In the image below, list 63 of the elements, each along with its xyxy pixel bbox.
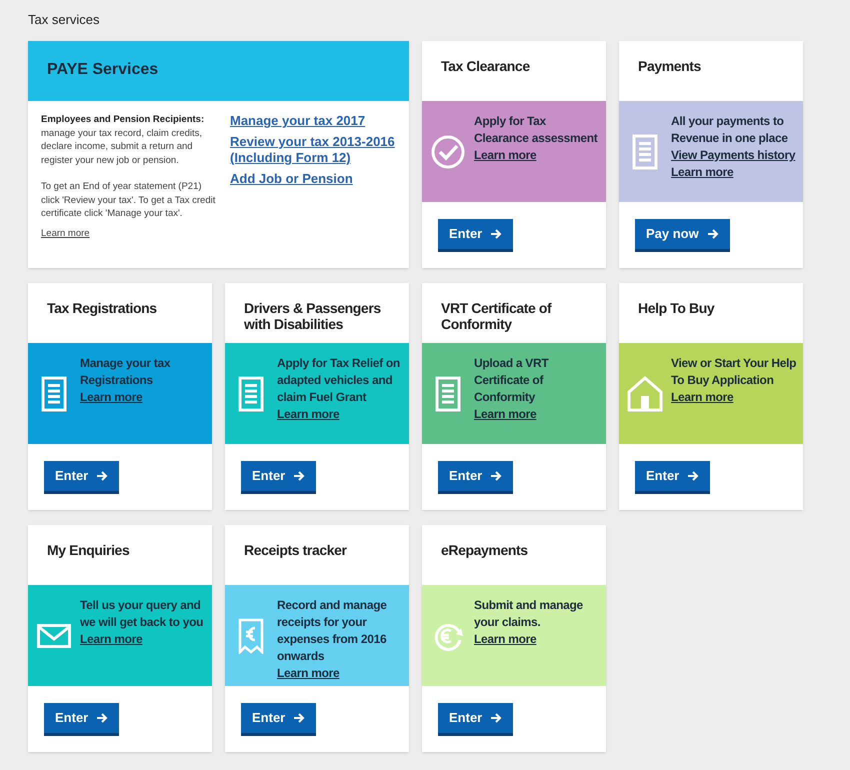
note-text: To get an End of year statement (P21) click 'Review your tax'. To get a Tax credit certificate click 'Manage your tax'. bbox=[41, 180, 216, 220]
card-title: My Enquiries bbox=[47, 542, 130, 558]
enter-button[interactable]: Enter bbox=[438, 703, 514, 736]
learn-more-link[interactable]: Learn more bbox=[277, 406, 405, 423]
receipt-icon bbox=[238, 618, 264, 654]
enter-button[interactable]: Enter bbox=[44, 703, 120, 736]
arrow-icon bbox=[490, 470, 502, 482]
enter-button[interactable]: Enter bbox=[438, 219, 514, 252]
service-link[interactable]: Manage your tax 2017 bbox=[230, 113, 409, 129]
document-icon bbox=[238, 376, 264, 412]
intro-heading: Employees and Pension Recipients: bbox=[41, 113, 206, 126]
learn-more-link[interactable]: Learn more bbox=[80, 389, 208, 406]
learn-more-link[interactable]: Learn more bbox=[474, 631, 602, 648]
card-title: Help To Buy bbox=[638, 300, 716, 316]
enter-button[interactable]: Enter bbox=[635, 461, 710, 494]
card-title: PAYE Services bbox=[47, 60, 160, 80]
arrow-icon bbox=[687, 470, 700, 482]
learn-more-link[interactable]: Learn more bbox=[474, 147, 602, 164]
learn-more-link[interactable]: Learn more bbox=[80, 631, 208, 648]
enter-button[interactable]: Enter bbox=[438, 461, 514, 494]
document-icon bbox=[435, 376, 461, 412]
card-title: Tax Clearance bbox=[441, 58, 531, 74]
card-title: Receipts tracker bbox=[244, 542, 348, 558]
house-icon bbox=[627, 376, 663, 412]
check-circle-icon bbox=[431, 134, 465, 168]
learn-more-link[interactable]: Learn more bbox=[41, 226, 90, 240]
card-title: Drivers & Passengers with Disabilities bbox=[244, 300, 382, 332]
description-text: Manage your tax Registrations bbox=[80, 355, 172, 389]
arrow-icon bbox=[96, 712, 108, 724]
enter-button[interactable]: Pay now bbox=[635, 219, 730, 252]
arrow-icon bbox=[96, 470, 108, 482]
card-title: Payments bbox=[638, 58, 702, 74]
enter-button[interactable]: Enter bbox=[44, 461, 120, 494]
description-text: Apply for Tax Clearance assessment bbox=[474, 113, 599, 147]
description-text: Record and manage receipts for your expenses from 2016 onwards bbox=[277, 597, 388, 665]
learn-more-link[interactable]: View Payments history bbox=[671, 147, 799, 164]
card-title: Tax Registrations bbox=[47, 300, 158, 316]
description-text: All your payments to Revenue in one place bbox=[671, 113, 789, 147]
learn-more-link[interactable]: Learn more bbox=[277, 665, 405, 682]
description-text: View or Start Your Help To Buy Application bbox=[671, 355, 798, 389]
arrow-icon bbox=[706, 228, 719, 240]
document-icon bbox=[41, 376, 67, 412]
intro-text: manage your tax record, claim credits, declare income, submit a return and register your new job or pension. bbox=[41, 126, 204, 167]
envelope-icon bbox=[37, 624, 71, 648]
description-text: Submit and manage your claims. bbox=[474, 597, 584, 631]
enter-button[interactable]: Enter bbox=[241, 461, 316, 494]
learn-more-link[interactable]: Learn more bbox=[671, 389, 799, 406]
arrow-icon bbox=[490, 712, 502, 724]
description-text: Upload a VRT Certificate of Conformity bbox=[474, 355, 550, 406]
arrow-icon bbox=[293, 712, 306, 724]
page-title: Tax services bbox=[28, 11, 101, 29]
arrow-icon bbox=[490, 228, 502, 240]
document-icon bbox=[632, 134, 658, 170]
service-link[interactable]: Add Job or Pension bbox=[230, 171, 409, 187]
learn-more-link[interactable]: Learn more bbox=[671, 164, 799, 181]
card-title: eRepayments bbox=[441, 542, 529, 558]
description-text: Tell us your query and we will get back to you bbox=[80, 597, 204, 631]
learn-more-link[interactable]: Learn more bbox=[474, 406, 602, 423]
description-text: Apply for Tax Relief on adapted vehicles and claim Fuel Grant bbox=[277, 355, 401, 406]
service-link[interactable]: Review your tax 2013-2016 (Including Form 12) bbox=[230, 134, 409, 166]
arrow-icon bbox=[293, 470, 306, 482]
card-title: VRT Certificate of Conformity bbox=[441, 300, 553, 332]
enter-button[interactable]: Enter bbox=[241, 703, 316, 736]
